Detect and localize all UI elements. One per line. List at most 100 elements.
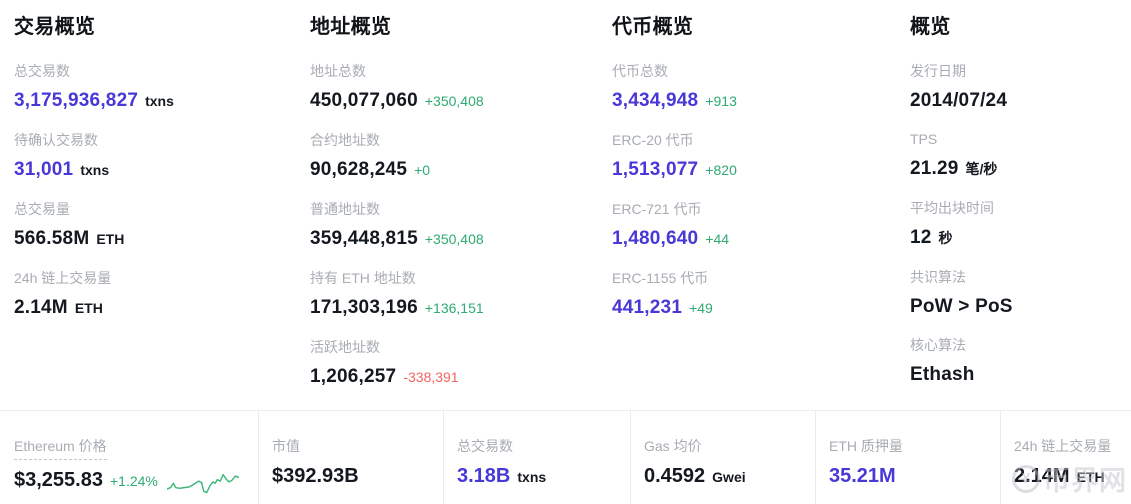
stat-value-row: 2.14METH xyxy=(14,294,310,322)
stat-label: 24h 链上交易量 xyxy=(14,268,310,288)
ticker-value: 0.4592 xyxy=(644,465,705,488)
stat-unit: ETH xyxy=(75,295,103,322)
stats-column-3: 代币概览代币总数 3,434,948+913 ERC-20 代币1,513,077+… xyxy=(612,8,910,406)
stat-label: ERC-20 代币 xyxy=(612,130,910,150)
stat-value-row: 1,480,640 +44 xyxy=(612,225,910,253)
stat-delta: +44 xyxy=(705,226,729,253)
column-title: 概览 xyxy=(910,10,1131,39)
stat-value-row: 12 秒 xyxy=(910,224,1131,252)
stat-block: 活跃地址数 1,206,257 -338,391 xyxy=(310,337,612,391)
stat-unit: 秒 xyxy=(939,225,953,252)
stat-value: 2014/07/24 xyxy=(910,87,1007,114)
stat-label: ERC-1155 代币 xyxy=(612,268,910,288)
stat-delta: +49 xyxy=(689,295,713,322)
ticker-value: 3.18B xyxy=(457,465,510,488)
stat-value-row: 3,434,948+913 xyxy=(612,87,910,115)
stat-value: 31,001 xyxy=(14,156,73,183)
ticker-value: 2.14M xyxy=(1014,465,1070,488)
stat-value: 21.29 xyxy=(910,155,959,182)
stat-label: 地址总数 xyxy=(310,61,612,81)
stat-value-row: 21.29笔/秒 xyxy=(910,155,1131,183)
stat-value-row: 171,303,196+136,151 xyxy=(310,294,612,322)
stat-value: 450,077,060 xyxy=(310,87,418,114)
stat-block: ERC-1155 代币 441,231+49 xyxy=(612,268,910,322)
ticker-label: ETH 质押量 xyxy=(829,437,903,456)
stat-label: TPS xyxy=(910,129,1131,149)
ticker-value: 35.21M xyxy=(829,465,896,488)
stat-block: TPS 21.29笔/秒 xyxy=(910,129,1131,183)
stat-block: 平均出块时间 12 秒 xyxy=(910,198,1131,252)
stat-value-row: 359,448,815 +350,408 xyxy=(310,225,612,253)
ticker-item-3: 总交易数 3.18B txns xyxy=(443,411,630,504)
stats-column-4: 概览发行日期 2014/07/24 TPS 21.29笔/秒平均出块时间 12 秒共识算法… xyxy=(910,8,1131,406)
ticker-label: 24h 链上交易量 xyxy=(1014,437,1111,456)
ticker-unit: ETH xyxy=(1077,469,1105,485)
stat-label: ERC-721 代币 xyxy=(612,199,910,219)
ticker-value-row: $392.93B xyxy=(272,465,443,488)
stat-value: 12 xyxy=(910,224,932,251)
ticker-label[interactable]: Ethereum 价格 xyxy=(14,437,107,460)
stat-block: 核心算法 Ethash xyxy=(910,335,1131,388)
stat-value-row: 31,001txns xyxy=(14,156,310,184)
ticker-unit: txns xyxy=(517,469,546,485)
ticker-item-4: Gas 均价 0.4592 Gwei xyxy=(630,411,815,504)
stat-delta: -338,391 xyxy=(403,364,458,391)
ticker-label: Gas 均价 xyxy=(644,437,702,456)
ticker-label: 总交易数 xyxy=(457,437,513,456)
stat-label: 共识算法 xyxy=(910,267,1131,287)
stat-delta: +0 xyxy=(414,157,430,184)
stat-value: Ethash xyxy=(910,361,975,388)
ticker-delta: +1.24% xyxy=(110,473,158,489)
stats-column-2: 地址概览地址总数 450,077,060 +350,408 合约地址数 90,628,2… xyxy=(310,8,612,406)
column-title: 交易概览 xyxy=(14,10,310,39)
price-ticker-bar: Ethereum 价格$3,255.83+1.24%市值$392.93B总交易数… xyxy=(0,410,1131,504)
stat-label: 发行日期 xyxy=(910,61,1131,81)
stat-delta: +350,408 xyxy=(425,226,484,253)
stat-value-row: 441,231+49 xyxy=(612,294,910,322)
ticker-item-2: 市值$392.93B xyxy=(258,411,443,504)
ticker-value-row: 35.21M xyxy=(829,465,1000,488)
stat-block: 待确认交易数 31,001txns xyxy=(14,130,310,184)
stat-value-row: 566.58M ETH xyxy=(14,225,310,253)
stat-block: ERC-20 代币1,513,077+820 xyxy=(612,130,910,184)
stat-value-row: 90,628,245 +0 xyxy=(310,156,612,184)
stat-label: 合约地址数 xyxy=(310,130,612,150)
stat-delta: +820 xyxy=(705,157,737,184)
stat-label: 核心算法 xyxy=(910,335,1131,355)
stat-value: 1,480,640 xyxy=(612,225,698,252)
stat-label: 平均出块时间 xyxy=(910,198,1131,218)
ticker-value-row: 3.18B txns xyxy=(457,465,630,488)
stat-value: PoW > PoS xyxy=(910,293,1013,320)
column-title: 地址概览 xyxy=(310,10,612,39)
stat-value: 171,303,196 xyxy=(310,294,418,321)
stat-value: 1,206,257 xyxy=(310,363,396,390)
stat-block: 代币总数 3,434,948+913 xyxy=(612,61,910,115)
stat-label: 持有 ETH 地址数 xyxy=(310,268,612,288)
stat-value-row: 3,175,936,827txns xyxy=(14,87,310,115)
stats-columns: 交易概览总交易数3,175,936,827txns待确认交易数31,001txn… xyxy=(0,0,1131,406)
stat-label: 总交易数 xyxy=(14,61,310,81)
stat-unit: txns xyxy=(145,88,174,115)
stat-value: 90,628,245 xyxy=(310,156,407,183)
ticker-item-5: ETH 质押量 35.21M xyxy=(815,411,1000,504)
stat-block: ERC-721 代币 1,480,640 +44 xyxy=(612,199,910,253)
ticker-item-1: Ethereum 价格$3,255.83+1.24% xyxy=(0,411,258,504)
stat-unit: ETH xyxy=(96,226,124,253)
ticker-value-row: 0.4592 Gwei xyxy=(644,465,815,488)
eth-price-sparkline xyxy=(167,469,239,499)
stat-label: 代币总数 xyxy=(612,61,910,81)
stat-label: 待确认交易数 xyxy=(14,130,310,150)
column-title: 代币概览 xyxy=(612,10,910,39)
ticker-value: $392.93B xyxy=(272,465,359,488)
stat-value: 566.58M xyxy=(14,225,89,252)
stat-block: 合约地址数 90,628,245 +0 xyxy=(310,130,612,184)
stat-label: 总交易量 xyxy=(14,199,310,219)
stat-block: 发行日期 2014/07/24 xyxy=(910,61,1131,114)
stat-value-row: 2014/07/24 xyxy=(910,87,1131,114)
stat-value: 359,448,815 xyxy=(310,225,418,252)
stat-value-row: PoW > PoS xyxy=(910,293,1131,320)
stat-value-row: Ethash xyxy=(910,361,1131,388)
stat-label: 活跃地址数 xyxy=(310,337,612,357)
ticker-unit: Gwei xyxy=(712,469,745,485)
stat-value: 3,434,948 xyxy=(612,87,698,114)
